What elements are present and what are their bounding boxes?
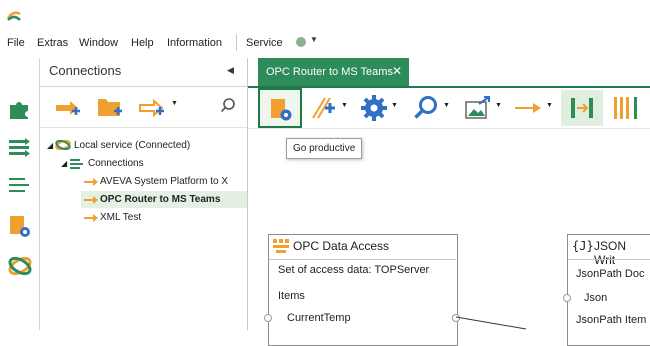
node-row: Items <box>278 290 305 302</box>
node-row: CurrentTemp <box>287 312 351 324</box>
chevron-down-icon[interactable]: ▼ <box>310 35 318 44</box>
chevron-down-icon[interactable]: ▼ <box>391 102 398 109</box>
chevron-down-icon[interactable]: ▼ <box>546 102 553 109</box>
connection-arrow-icon <box>84 214 98 222</box>
app-logo-icon <box>7 11 21 21</box>
menu-separator <box>236 34 237 51</box>
close-icon[interactable]: ✕ <box>392 64 402 78</box>
tooltip: Go productive <box>286 138 363 159</box>
image-export-icon[interactable] <box>463 94 493 122</box>
title-bar <box>0 0 650 31</box>
connection-line <box>456 316 526 330</box>
search-icon[interactable] <box>219 97 237 115</box>
chevron-down-icon[interactable]: ▼ <box>341 102 348 109</box>
frame-select-icon <box>571 98 593 118</box>
json-braces-icon: {J} <box>572 239 594 253</box>
menu-service[interactable]: Service <box>246 37 283 49</box>
tree-expander-icon[interactable]: ◢ <box>47 141 53 150</box>
connections-icon[interactable] <box>6 134 34 162</box>
add-template-icon[interactable] <box>138 95 166 119</box>
node-divider <box>269 259 456 260</box>
opc-icon <box>273 239 289 253</box>
node-row: Set of access data: TOPServer <box>278 264 430 276</box>
collapse-panel-icon[interactable]: ◀ <box>227 65 234 76</box>
tab-label: OPC Router to MS Teams <box>266 66 393 78</box>
plugin-add-icon[interactable] <box>309 94 339 122</box>
connection-arrow-icon <box>84 196 98 204</box>
connection-arrow-icon <box>84 178 98 186</box>
plugin-icon[interactable] <box>6 95 34 123</box>
menu-extras[interactable]: Extras <box>37 37 68 49</box>
go-productive-button[interactable] <box>258 88 302 128</box>
input-port[interactable] <box>264 314 272 322</box>
tree-item[interactable]: AVEVA System Platform to X <box>100 176 228 187</box>
tree-expander-icon[interactable]: ◢ <box>61 159 67 168</box>
local-service-icon <box>55 139 71 151</box>
add-connection-icon[interactable] <box>54 95 82 119</box>
arrow-connect-icon[interactable] <box>513 96 545 120</box>
menu-window[interactable]: Window <box>79 37 118 49</box>
bar-align-icon[interactable] <box>611 94 641 122</box>
input-port[interactable] <box>563 294 571 302</box>
tree-root[interactable]: Local service (Connected) <box>74 140 190 151</box>
tree-group[interactable]: Connections <box>88 158 144 169</box>
node-row: JsonPath Doc <box>576 268 645 280</box>
search-icon[interactable] <box>412 94 440 122</box>
node-title: JSON Writ <box>594 239 627 267</box>
folder-settings-icon[interactable] <box>6 212 34 240</box>
connections-title: Connections <box>49 63 122 78</box>
logo-orbit-icon[interactable] <box>6 252 34 280</box>
tree-item-selected[interactable]: OPC Router to MS Teams <box>100 194 220 205</box>
chevron-down-icon[interactable]: ▼ <box>495 102 502 109</box>
node-title: OPC Data Access <box>293 239 390 253</box>
node-row: Json <box>584 292 608 304</box>
node-row: JsonPath Item <box>576 314 647 326</box>
menu-information[interactable]: Information <box>167 37 222 49</box>
menu-help[interactable]: Help <box>131 37 154 49</box>
frame-select-button[interactable] <box>561 90 603 126</box>
connections-group-icon <box>70 159 83 169</box>
menu-file[interactable]: File <box>7 37 25 49</box>
transfer-icon[interactable] <box>6 172 34 200</box>
tree-item[interactable]: XML Test <box>100 212 141 223</box>
node-divider <box>568 259 650 260</box>
chevron-down-icon[interactable]: ▼ <box>443 102 450 109</box>
service-status-icon[interactable] <box>296 37 306 47</box>
folder-gear-icon <box>271 99 292 121</box>
add-folder-icon[interactable] <box>96 95 124 119</box>
settings-gear-icon[interactable] <box>360 94 388 122</box>
chevron-down-icon[interactable]: ▼ <box>171 100 178 107</box>
